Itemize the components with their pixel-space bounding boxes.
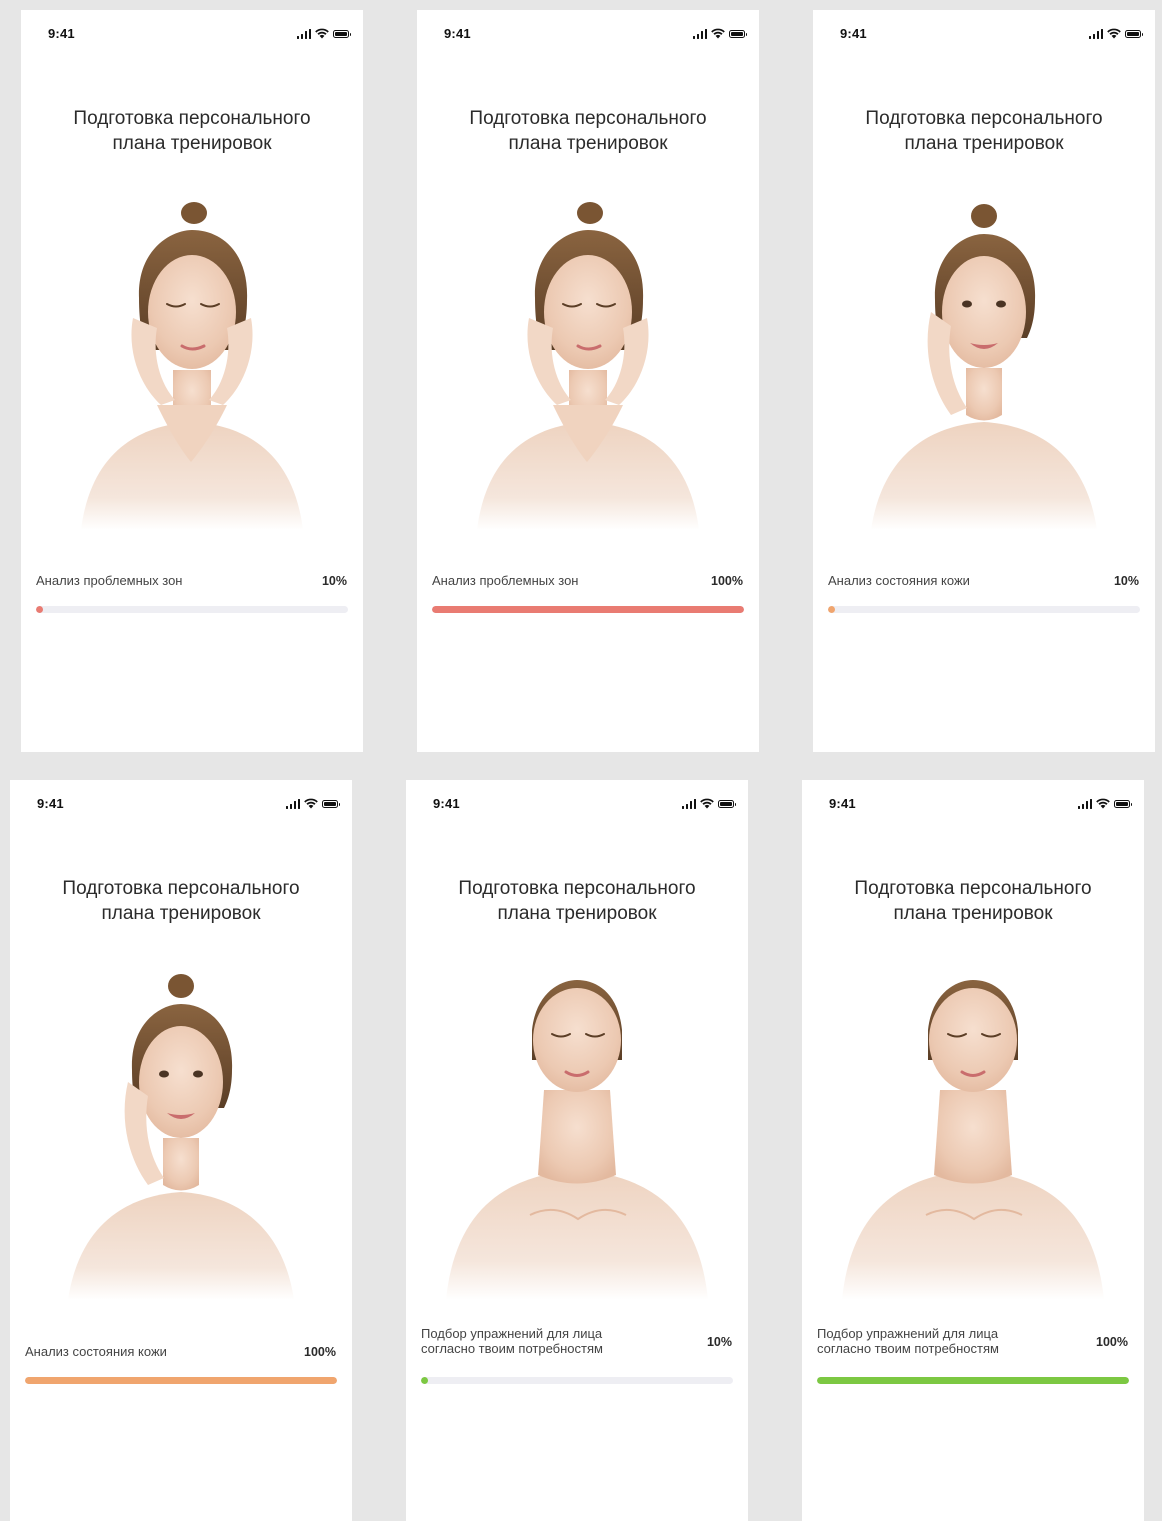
title-line-2: плана тренировок [508,133,668,154]
step-label: Анализ состояния кожи [828,573,970,588]
status-time: 9:41 [840,26,867,41]
progress-percent: 100% [1096,1335,1128,1349]
title-line-2: плана тренировок [904,133,1064,154]
page-title: Подготовка персонального плана тренирово… [829,106,1139,156]
battery-icon [322,799,340,808]
status-time: 9:41 [829,796,856,811]
title-line-1: Подготовка персонального [854,878,1092,899]
screen-2: 9:41 Подготовка персонального плана трен… [417,10,759,752]
title-line-2: плана тренировок [893,903,1053,924]
cellular-signal-icon [692,28,707,39]
title-line-2: плана тренировок [497,903,657,924]
progress-bar [25,1377,337,1384]
screen-6: 9:41 Подготовка персонального плана трен… [802,780,1144,1521]
title-line-1: Подготовка персонального [458,878,696,899]
progress-bar-fill [817,1377,1129,1384]
status-time: 9:41 [444,26,471,41]
progress-bar [817,1377,1129,1384]
status-time: 9:41 [37,796,64,811]
progress-percent: 100% [304,1345,336,1359]
cellular-signal-icon [1077,798,1092,809]
cellular-signal-icon [1088,28,1103,39]
wifi-icon [315,28,329,39]
wifi-icon [711,28,725,39]
page-title: Подготовка персонального плана тренирово… [422,876,732,926]
progress-bar [828,606,1140,613]
battery-icon [718,799,736,808]
step-label: Подбор упражнений для лица согласно твои… [421,1326,603,1356]
model-portrait-image [81,202,303,530]
screen-5: 9:41 Подготовка персонального плана трен… [406,780,748,1521]
step-label: Анализ проблемных зон [36,573,183,588]
progress-bar [432,606,744,613]
status-bar: 9:41 [10,780,352,828]
title-line-1: Подготовка персонального [62,878,300,899]
screen-4: 9:41 Подготовка персонального плана трен… [10,780,352,1521]
title-line-2: плана тренировок [101,903,261,924]
battery-icon [729,29,747,38]
wifi-icon [1096,798,1110,809]
title-line-2: плана тренировок [112,133,272,154]
status-bar: 9:41 [813,10,1155,58]
cellular-signal-icon [296,28,311,39]
model-portrait-image [477,202,699,530]
step-label: Подбор упражнений для лица согласно твои… [817,1326,999,1356]
progress-bar-fill [25,1377,337,1384]
title-line-1: Подготовка персонального [73,108,311,129]
battery-icon [333,29,351,38]
progress-percent: 100% [711,574,743,588]
cellular-signal-icon [681,798,696,809]
page-title: Подготовка персонального плана тренирово… [26,876,336,926]
progress-bar-fill [828,606,835,613]
progress-bar [36,606,348,613]
page-title: Подготовка персонального плана тренирово… [433,106,743,156]
status-bar: 9:41 [21,10,363,58]
status-bar: 9:41 [406,780,748,828]
battery-icon [1114,799,1132,808]
progress-percent: 10% [1113,574,1139,588]
model-portrait-image [68,974,294,1300]
status-time: 9:41 [48,26,75,41]
status-time: 9:41 [433,796,460,811]
model-portrait-image [842,980,1104,1300]
screen-1: 9:41 Подготовка персонального плана трен… [21,10,363,752]
cellular-signal-icon [285,798,300,809]
progress-bar-fill [432,606,744,613]
title-line-1: Подготовка персонального [469,108,707,129]
progress-percent: 10% [706,1335,732,1349]
wifi-icon [304,798,318,809]
battery-icon [1125,29,1143,38]
status-bar: 9:41 [802,780,1144,828]
wifi-icon [1107,28,1121,39]
step-label: Анализ проблемных зон [432,573,579,588]
page-title: Подготовка персонального плана тренирово… [37,106,347,156]
progress-percent: 10% [321,574,347,588]
progress-bar-fill [36,606,43,613]
step-label: Анализ состояния кожи [25,1344,167,1359]
screen-3: 9:41 Подготовка персонального плана трен… [813,10,1155,752]
model-portrait-image [871,204,1097,530]
status-bar: 9:41 [417,10,759,58]
progress-bar-fill [421,1377,428,1384]
progress-bar [421,1377,733,1384]
title-line-1: Подготовка персонального [865,108,1103,129]
page-title: Подготовка персонального плана тренирово… [818,876,1128,926]
wifi-icon [700,798,714,809]
model-portrait-image [446,980,708,1300]
